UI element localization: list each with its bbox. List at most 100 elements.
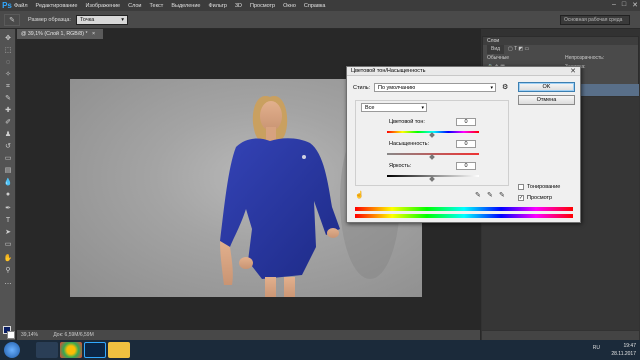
adjustment-group (355, 100, 509, 186)
marquee-tool-icon[interactable]: ⬚ (3, 47, 13, 55)
dialog-title: Цветовой тон/Насыщенность (347, 67, 580, 76)
channel-value: Все (365, 105, 375, 111)
clock-time: 19:47 (623, 343, 636, 349)
background-color-swatch[interactable] (7, 331, 15, 339)
menu-view[interactable]: Просмотр (250, 3, 275, 9)
layers-filter-row: Вид ▢ T ◩ ▭ (483, 45, 638, 54)
lasso-tool-icon[interactable]: ◌ (3, 59, 13, 67)
sample-size-select[interactable]: Точка ▾ (75, 14, 128, 25)
minimize-button[interactable]: – (612, 1, 616, 9)
healing-brush-tool-icon[interactable]: ✚ (3, 107, 13, 115)
saturation-input[interactable]: 0 (456, 140, 476, 148)
hue-saturation-dialog: Цветовой тон/Насыщенность ✕ Стиль: По ум… (346, 66, 581, 223)
eyedropper-icon[interactable]: ✎ (475, 191, 481, 199)
preset-value: По умолчанию (378, 85, 416, 91)
dialog-close-button[interactable]: ✕ (570, 67, 576, 76)
tools-panel: ✥ ⬚ ◌ ✧ ⌗ ✎ ✚ ✐ ♟ ↺ ▭ ▤ 💧 ● ✒ T ➤ ▭ ✋ ⚲ … (0, 29, 16, 342)
subtract-from-sample-eyedropper-icon[interactable]: ✎ (499, 191, 505, 199)
hand-tool-icon[interactable]: ✋ (3, 255, 13, 263)
menu-bar: Ps Файл Редактирование Изображение Слои … (0, 0, 640, 11)
lightness-label: Яркость: (389, 163, 412, 169)
preview-checkbox[interactable]: ✓ (518, 195, 524, 201)
gradient-tool-icon[interactable]: ▤ (3, 167, 13, 175)
sample-size-label: Размер образца: (28, 16, 71, 23)
layer-filter-icons[interactable]: ▢ T ◩ ▭ (508, 45, 529, 54)
history-brush-tool-icon[interactable]: ↺ (3, 143, 13, 151)
input-color-bar (355, 207, 573, 211)
hue-label: Цветовой тон: (389, 119, 425, 125)
path-selection-tool-icon[interactable]: ➤ (3, 229, 13, 237)
menu-help[interactable]: Справка (304, 3, 326, 9)
zoom-tool-icon[interactable]: ⚲ (3, 267, 13, 275)
type-tool-icon[interactable]: T (3, 217, 13, 225)
menu-edit[interactable]: Редактирование (36, 3, 78, 9)
language-indicator[interactable]: RU (593, 345, 600, 351)
channel-select[interactable]: Все ▾ (361, 103, 427, 112)
opacity-label: Непрозрачность: (565, 55, 605, 61)
targeted-adjustment-icon[interactable]: ☝ (355, 191, 364, 199)
eyedropper-icon[interactable]: ✎ (4, 13, 20, 26)
menu-select[interactable]: Выделение (171, 3, 200, 9)
document-tab-title: @ 39,1% (Слой 1, RGB/8) * (21, 31, 88, 37)
eraser-tool-icon[interactable]: ▭ (3, 155, 13, 163)
move-tool-icon[interactable]: ✥ (3, 35, 13, 43)
colorize-label: Тонирование (527, 184, 561, 190)
preview-label: Просмотр (527, 195, 553, 201)
layers-tab[interactable]: Слои (483, 37, 638, 45)
chevron-down-icon: ▾ (121, 16, 124, 23)
menu-image[interactable]: Изображение (85, 3, 120, 9)
document-info[interactable]: Док: 6,59M/6,59M (53, 332, 93, 338)
photoshop-taskbar-icon[interactable] (84, 342, 106, 358)
zoom-level[interactable]: 39,14% (21, 332, 38, 338)
dodge-tool-icon[interactable]: ● (3, 191, 13, 199)
start-button-icon[interactable] (4, 342, 20, 358)
chrome-taskbar-icon[interactable] (60, 342, 82, 358)
hue-input[interactable]: 0 (456, 118, 476, 126)
sample-size-value: Точка (79, 16, 95, 23)
clone-stamp-tool-icon[interactable]: ♟ (3, 131, 13, 139)
photoshop-logo: Ps (2, 1, 12, 10)
colorize-checkbox[interactable] (518, 184, 524, 190)
layers-panel-footer (482, 331, 639, 340)
menu-type[interactable]: Текст (149, 3, 163, 9)
menu-layers[interactable]: Слои (128, 3, 141, 9)
blur-tool-icon[interactable]: 💧 (3, 179, 13, 187)
add-to-sample-eyedropper-icon[interactable]: ✎ (487, 191, 493, 199)
menu-file[interactable]: Файл (14, 3, 28, 9)
filter-kind-select[interactable]: Вид (487, 45, 505, 54)
preset-options-icon[interactable]: ⚙ (502, 83, 508, 91)
clock[interactable]: 19:47 28.11.2017 (611, 342, 636, 358)
shape-tool-icon[interactable]: ▭ (3, 241, 13, 249)
preset-select[interactable]: По умолчанию ▾ (374, 83, 496, 92)
menu-filter[interactable]: Фильтр (208, 3, 226, 9)
layers-blend-row: Обычные Непрозрачность: (483, 54, 638, 63)
clock-date: 28.11.2017 (611, 351, 636, 357)
more-tools-icon[interactable]: ⋯ (3, 281, 13, 289)
saturation-label: Насыщенность: (389, 141, 430, 147)
cancel-button[interactable]: Отмена (518, 95, 575, 105)
ie-taskbar-icon[interactable] (36, 342, 58, 358)
chevron-down-icon: ▾ (490, 85, 493, 91)
close-window-button[interactable]: ✕ (632, 1, 638, 9)
crop-tool-icon[interactable]: ⌗ (3, 83, 13, 91)
taskbar: RU 19:47 28.11.2017 (0, 340, 640, 360)
blend-mode-select[interactable]: Обычные (487, 54, 539, 63)
explorer-taskbar-icon[interactable] (108, 342, 130, 358)
status-bar: 39,14% Док: 6,59M/6,59M (17, 330, 480, 340)
eyedropper-tool-icon[interactable]: ✎ (3, 95, 13, 103)
document-tab[interactable]: @ 39,1% (Слой 1, RGB/8) * × (17, 29, 103, 39)
menu-window[interactable]: Окно (283, 3, 296, 9)
ok-button[interactable]: OK (518, 82, 575, 92)
close-tab-icon[interactable]: × (92, 31, 95, 37)
chevron-down-icon: ▾ (421, 105, 424, 111)
lightness-input[interactable]: 0 (456, 162, 476, 170)
quick-select-tool-icon[interactable]: ✧ (3, 71, 13, 79)
pen-tool-icon[interactable]: ✒ (3, 205, 13, 213)
options-bar: ✎ Размер образца: Точка ▾ Основная рабоч… (0, 11, 640, 29)
preset-label: Стиль: (353, 85, 371, 91)
output-color-bar (355, 214, 573, 218)
menu-3d[interactable]: 3D (235, 3, 242, 9)
brush-tool-icon[interactable]: ✐ (3, 119, 13, 127)
maximize-button[interactable]: □ (622, 1, 626, 9)
workspace-select[interactable]: Основная рабочая среда (560, 15, 630, 25)
